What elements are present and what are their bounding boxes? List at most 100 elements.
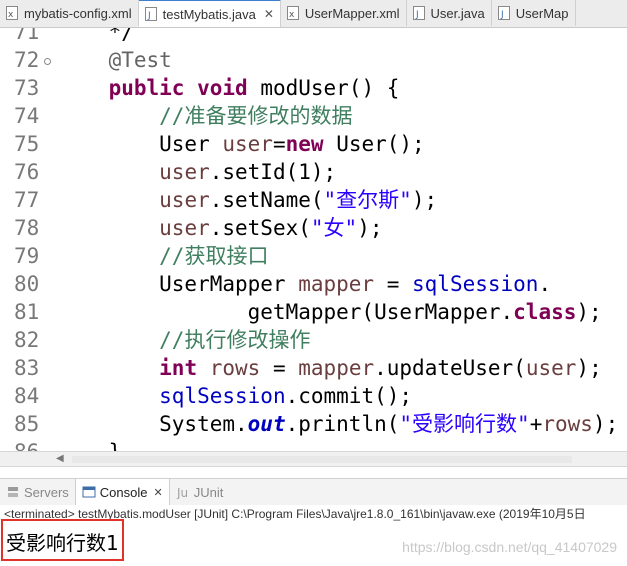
svg-text:Ju: Ju xyxy=(176,486,188,499)
console-output[interactable]: 受影响行数1 https://blog.csdn.net/qq_41407029 xyxy=(0,519,627,566)
code-line: 76 user.setId(1); xyxy=(0,158,627,186)
code-text: */ xyxy=(58,28,134,46)
code-token: //获取接口 xyxy=(159,244,269,268)
tab-label: testMybatis.java xyxy=(162,6,256,22)
tab-label: Servers xyxy=(24,484,69,500)
code-token: sqlSession xyxy=(159,384,286,408)
bottom-panel-tabs: Servers Console ✕ Ju JUnit xyxy=(0,478,627,505)
line-number: 73 xyxy=(14,76,40,100)
code-token: class xyxy=(513,300,577,324)
code-token: ); xyxy=(576,300,602,324)
xml-file-icon: x xyxy=(286,6,299,20)
code-token: ); xyxy=(576,356,602,380)
code-token: user xyxy=(159,188,210,212)
java-file-icon: J xyxy=(497,6,510,20)
code-token: "女" xyxy=(310,216,358,240)
code-editor[interactable]: 71 */72 @Test 73 public void modUser() {7… xyxy=(0,28,627,451)
code-token: .setName( xyxy=(209,188,324,212)
code-token: user xyxy=(159,160,210,184)
tab-console[interactable]: Console ✕ xyxy=(74,479,170,505)
code-token: user xyxy=(159,216,210,240)
code-token: .commit(); xyxy=(285,384,413,408)
code-token: modUser() { xyxy=(247,76,400,100)
code-token: = xyxy=(260,356,299,380)
code-token: = xyxy=(272,132,286,156)
tab-label: JUnit xyxy=(193,484,224,500)
code-token: new xyxy=(285,132,324,156)
code-line: 86 } xyxy=(0,438,627,451)
tab-servers[interactable]: Servers xyxy=(0,479,75,505)
code-text: user.setSex("女"); xyxy=(58,214,382,242)
svg-text:J: J xyxy=(415,10,419,20)
code-line: 84 sqlSession.commit(); xyxy=(0,382,627,410)
code-line: 82 //执行修改操作 xyxy=(0,326,627,354)
code-text: } xyxy=(58,438,122,451)
line-number: 76 xyxy=(14,160,40,184)
code-line: 73 public void modUser() { xyxy=(0,74,627,102)
code-text: User user=new User(); xyxy=(58,130,425,158)
code-token: public xyxy=(108,76,185,100)
code-token: ); xyxy=(411,188,438,212)
line-number: 82 xyxy=(14,328,40,352)
code-token: "查尔斯" xyxy=(323,188,412,212)
code-line: 80 UserMapper mapper = sqlSession. xyxy=(0,270,627,298)
code-line: 83 int rows = mapper.updateUser(user); xyxy=(0,354,627,382)
code-token: user xyxy=(525,356,577,380)
scrollbar-track[interactable] xyxy=(72,456,572,463)
code-token: rows xyxy=(542,412,593,436)
scroll-left-icon[interactable]: ◀ xyxy=(56,453,64,464)
tab-label: mybatis-config.xml xyxy=(24,5,132,21)
line-number: 75 xyxy=(14,132,40,156)
code-token: @Test xyxy=(108,48,172,72)
code-token: .setId(1); xyxy=(209,160,337,184)
horizontal-scrollbar[interactable]: ◀ xyxy=(0,451,627,467)
code-token: getMapper(UserMapper. xyxy=(58,300,514,324)
code-line: 77 user.setName("查尔斯"); xyxy=(0,186,627,214)
code-text: getMapper(UserMapper.class); xyxy=(58,298,602,326)
svg-text:J: J xyxy=(147,11,151,21)
line-number: 74 xyxy=(14,104,40,128)
code-text: //执行修改操作 xyxy=(58,326,310,354)
code-token: } xyxy=(58,440,122,451)
code-token: //准备要修改的数据 xyxy=(159,104,353,128)
line-number: 86 xyxy=(14,438,44,451)
tab-usermapper-java[interactable]: J UserMap xyxy=(492,0,576,26)
close-icon[interactable]: ✕ xyxy=(264,7,274,21)
code-text: sqlSession.commit(); xyxy=(58,382,412,410)
line-number: 71 xyxy=(14,28,40,44)
tab-junit[interactable]: Ju JUnit xyxy=(170,479,230,505)
code-text: UserMapper mapper = sqlSession. xyxy=(58,270,551,298)
code-token: UserMapper xyxy=(58,272,299,296)
console-output-text: 受影响行数1 xyxy=(6,531,119,555)
line-number: 83 xyxy=(14,356,40,380)
code-token: "受影响行数" xyxy=(399,412,530,436)
junit-icon: Ju xyxy=(176,485,190,499)
close-icon[interactable]: ✕ xyxy=(154,486,163,499)
code-line: 74 //准备要修改的数据 xyxy=(0,102,627,130)
console-icon xyxy=(82,485,96,499)
tab-mybatis-config-xml[interactable]: x mybatis-config.xml xyxy=(0,0,139,26)
tab-label: UserMapper.xml xyxy=(304,5,400,21)
java-file-icon: J xyxy=(144,7,157,21)
tab-label: Console xyxy=(99,484,148,500)
tab-usermapper-xml[interactable]: x UserMapper.xml xyxy=(281,0,407,26)
editor-tab-bar: x mybatis-config.xml J testMybatis.java … xyxy=(0,0,627,28)
code-token: mapper xyxy=(298,272,375,296)
watermark: https://blog.csdn.net/qq_41407029 xyxy=(402,539,617,555)
line-number: 80 xyxy=(14,272,40,296)
tab-user-java[interactable]: J User.java xyxy=(407,0,492,26)
svg-text:x: x xyxy=(289,10,295,20)
line-number: 77 xyxy=(14,188,40,212)
code-text: int rows = mapper.updateUser(user); xyxy=(58,354,602,382)
code-line: 81 getMapper(UserMapper.class); xyxy=(0,298,627,326)
code-text: //准备要修改的数据 xyxy=(58,102,352,130)
fold-toggle-icon[interactable] xyxy=(44,58,51,65)
tab-testmybatis-java[interactable]: J testMybatis.java ✕ xyxy=(138,0,281,27)
code-token: int xyxy=(159,356,198,380)
